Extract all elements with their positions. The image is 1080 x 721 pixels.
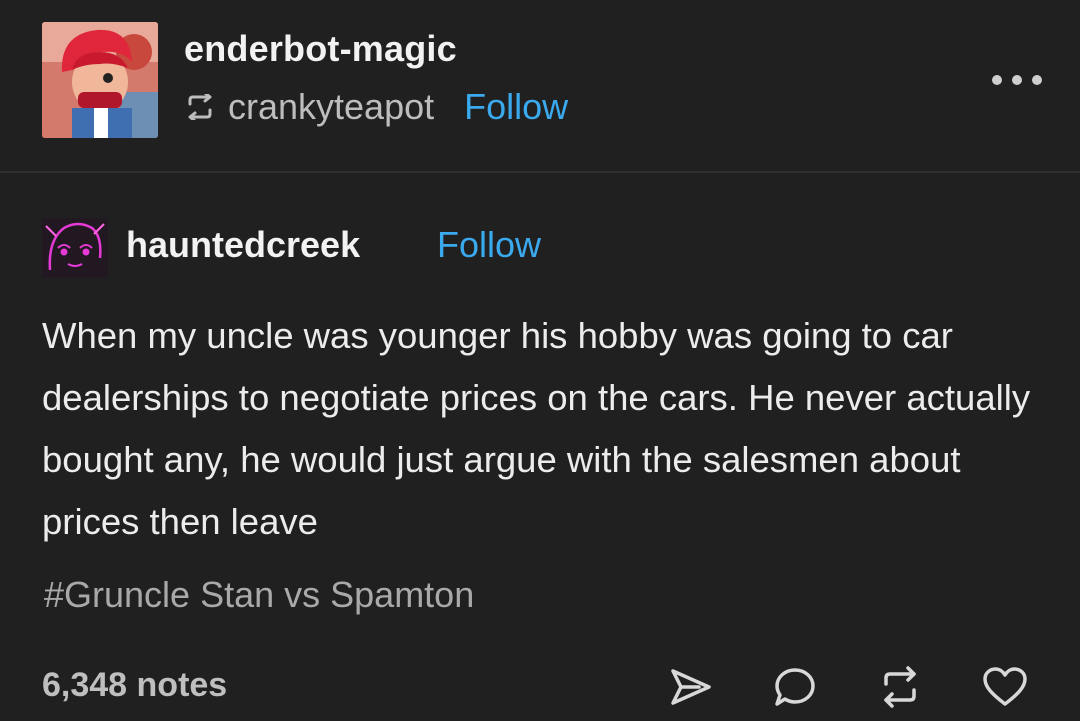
dot bbox=[1012, 75, 1022, 85]
like-icon[interactable] bbox=[982, 664, 1028, 710]
tumblr-post: enderbot-magic crankyteapot Follow haunt… bbox=[0, 0, 1080, 721]
reblog-info: crankyteapot Follow bbox=[184, 85, 568, 129]
avatar-pink-sketch-icon bbox=[42, 218, 108, 278]
post-tag[interactable]: #Gruncle Stan vs Spamton bbox=[44, 574, 474, 616]
dot bbox=[992, 75, 1002, 85]
entry-author-avatar[interactable] bbox=[42, 218, 108, 278]
follow-button[interactable]: Follow bbox=[464, 86, 568, 128]
notes-count[interactable]: 6,348 notes bbox=[42, 666, 227, 705]
follow-author-button[interactable]: Follow bbox=[437, 224, 541, 266]
entry-author-name[interactable]: hauntedcreek bbox=[126, 224, 360, 266]
reblog-source-name[interactable]: crankyteapot bbox=[228, 86, 434, 128]
more-options-icon[interactable] bbox=[992, 66, 1042, 94]
dot bbox=[1032, 75, 1042, 85]
post-header: enderbot-magic crankyteapot Follow bbox=[0, 0, 1080, 170]
reblog-icon[interactable] bbox=[877, 664, 923, 710]
reply-icon[interactable] bbox=[772, 664, 818, 710]
avatar-red-haired-character-icon bbox=[42, 22, 158, 138]
share-icon[interactable] bbox=[668, 664, 714, 710]
blog-name[interactable]: enderbot-magic bbox=[184, 28, 457, 70]
reblog-icon bbox=[184, 91, 216, 123]
post-body-text: When my uncle was younger his hobby was … bbox=[42, 315, 1031, 542]
blog-avatar[interactable] bbox=[42, 22, 158, 138]
divider bbox=[0, 171, 1080, 173]
